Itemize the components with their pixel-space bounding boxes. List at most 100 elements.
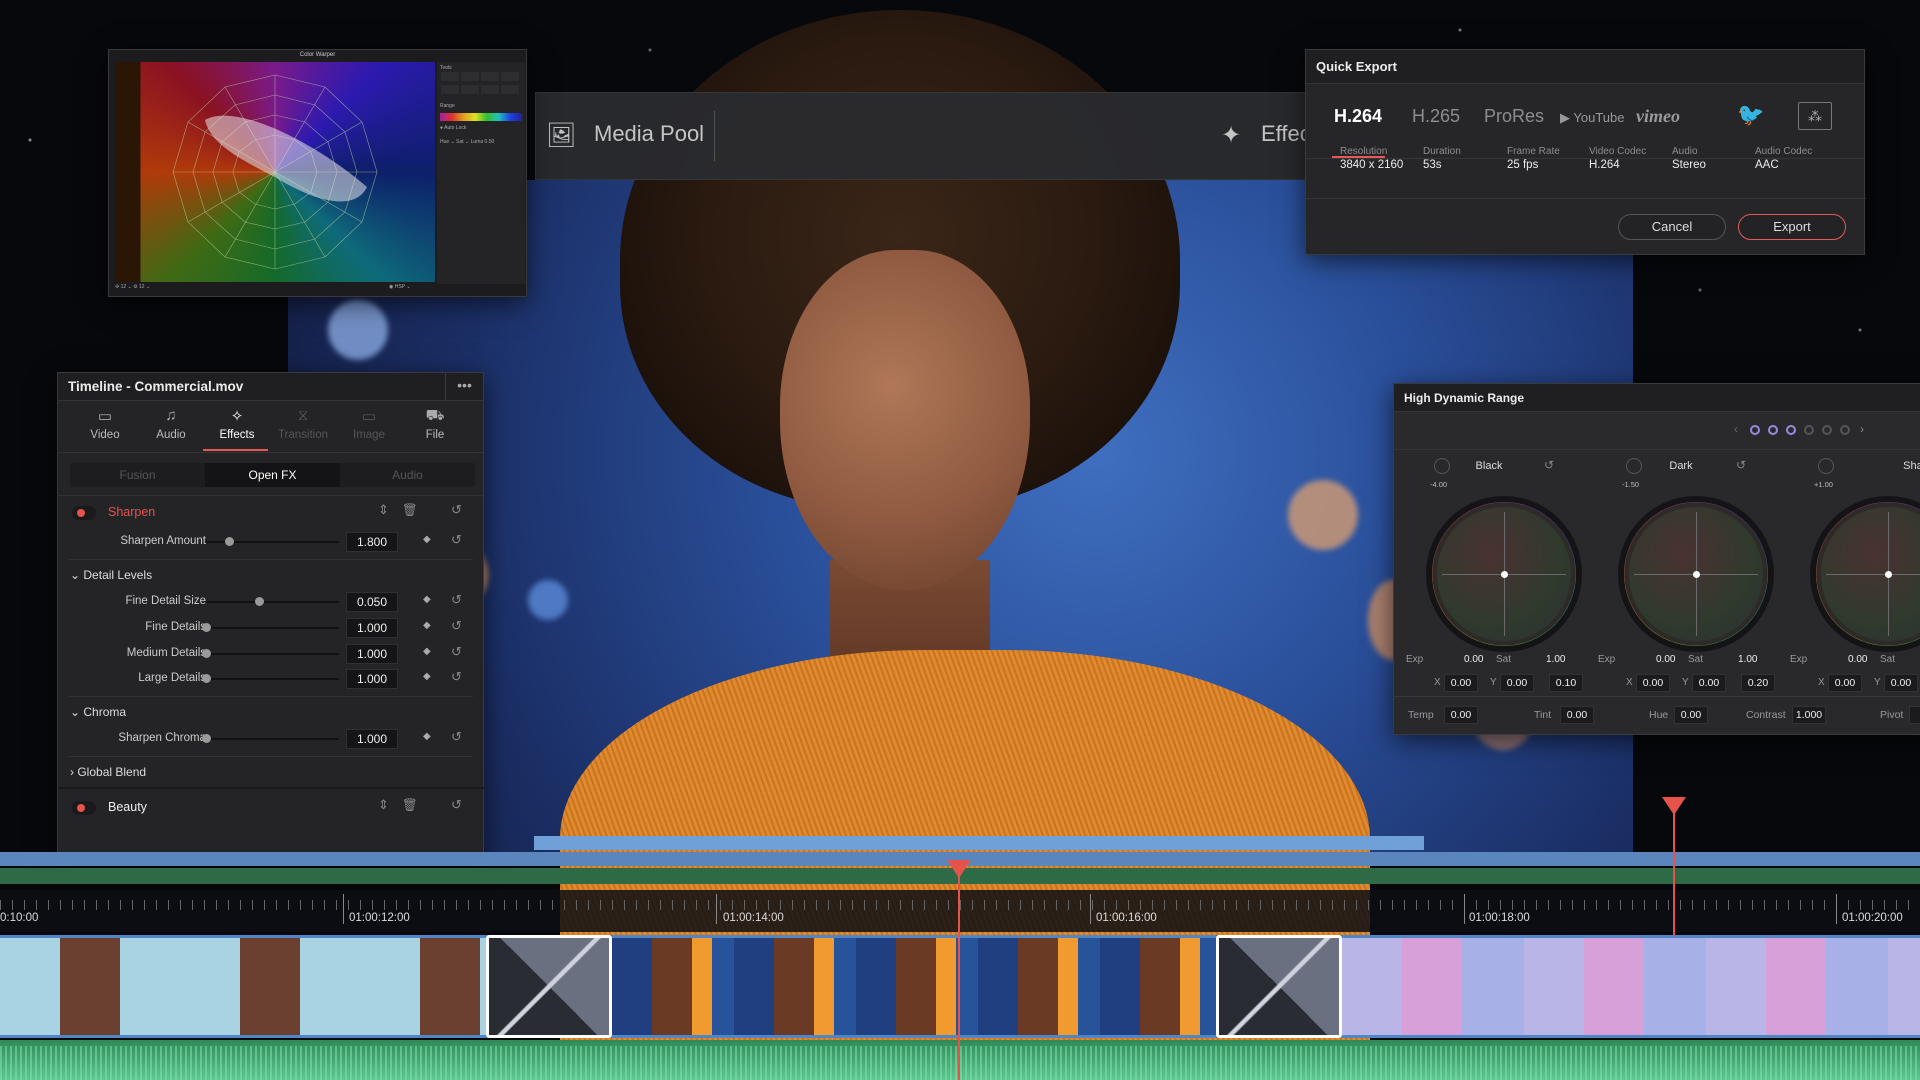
wheel-handle[interactable]	[1501, 571, 1508, 578]
group-detail-levels[interactable]: ⌄ Detail Levels	[70, 568, 152, 582]
slider-handle[interactable]	[202, 623, 211, 632]
chevron-right-icon[interactable]: ›	[1860, 422, 1864, 436]
x-value[interactable]: 0.00	[1636, 674, 1670, 692]
tool-button[interactable]	[481, 85, 499, 94]
tab-youtube[interactable]: ▶ YouTube	[1560, 110, 1624, 126]
video-clip-portrait[interactable]	[612, 935, 1216, 1038]
temp-value[interactable]: 0.00	[1444, 706, 1478, 724]
reset-icon[interactable]: ↺	[451, 669, 462, 685]
exp-value[interactable]: 0.00	[1848, 654, 1867, 665]
sat-value[interactable]: 1.00	[1738, 654, 1757, 665]
page-dot[interactable]	[1768, 425, 1778, 435]
param-value[interactable]: 1.000	[346, 618, 398, 638]
page-dot[interactable]	[1804, 425, 1814, 435]
keyframe-icon[interactable]: ◆	[423, 534, 431, 545]
slider-handle[interactable]	[202, 674, 211, 683]
param-slider[interactable]	[206, 601, 339, 603]
param-slider[interactable]	[206, 653, 339, 655]
keyframe-icon[interactable]: ◆	[423, 594, 431, 605]
exp-value[interactable]: 0.00	[1464, 654, 1483, 665]
pivot-value[interactable]: 0.	[1909, 706, 1920, 724]
grid-a-select[interactable]: 12	[121, 284, 127, 290]
y-value[interactable]: 0.00	[1692, 674, 1726, 692]
param-value[interactable]: 1.000	[346, 669, 398, 689]
reset-icon[interactable]: ↺	[451, 502, 462, 518]
tab-audio[interactable]: ♫ Audio	[138, 407, 204, 441]
group-global-blend[interactable]: › Global Blend	[70, 765, 146, 779]
subtab-fusion[interactable]: Fusion	[70, 463, 205, 487]
reset-icon[interactable]: ↺	[451, 797, 462, 813]
reset-icon[interactable]: ↺	[1736, 458, 1746, 472]
color-warper-grid[interactable]	[115, 62, 435, 282]
color-wheel[interactable]	[1624, 502, 1768, 646]
transition-clip[interactable]	[486, 935, 612, 1038]
tab-h265[interactable]: H.265	[1412, 106, 1460, 127]
group-chroma[interactable]: ⌄ Chroma	[70, 705, 126, 719]
hue-dropdown[interactable]: Hue	[440, 139, 449, 145]
sat-dropdown[interactable]: Sat	[456, 139, 464, 145]
tool-button[interactable]	[461, 85, 479, 94]
contrast-value[interactable]: 1.000	[1792, 706, 1826, 724]
lock-tool-button[interactable]	[481, 72, 499, 81]
reorder-icon[interactable]: ⇕	[378, 502, 389, 518]
y-value[interactable]: 0.00	[1884, 674, 1918, 692]
twitter-bird-icon[interactable]: 🐦	[1737, 102, 1764, 128]
keyframe-icon[interactable]: ◆	[423, 646, 431, 657]
video-clip-laughing[interactable]	[0, 935, 486, 1038]
davinci-resolve-icon[interactable]: ⁂	[1798, 102, 1832, 130]
hue-value[interactable]: 0.00	[1674, 706, 1708, 724]
chevron-left-icon[interactable]: ‹	[1734, 422, 1738, 436]
luma-value[interactable]: 0.50	[485, 139, 495, 145]
grid-b-select[interactable]: 12	[139, 284, 145, 290]
tint-value[interactable]: 0.00	[1560, 706, 1594, 724]
tab-effects[interactable]: ✧ Effects	[204, 407, 270, 441]
media-pool-button[interactable]: Media Pool	[594, 121, 704, 147]
tab-image[interactable]: ▭ Image	[336, 407, 402, 441]
grid-tool-button[interactable]	[501, 72, 519, 81]
playhead-line[interactable]	[958, 870, 960, 1080]
pin-tool-button[interactable]	[461, 72, 479, 81]
wheel-handle[interactable]	[1693, 571, 1700, 578]
page-dot[interactable]	[1822, 425, 1832, 435]
tab-video[interactable]: ▭ Video	[72, 407, 138, 441]
reset-icon[interactable]: ↺	[451, 644, 462, 660]
cancel-button[interactable]: Cancel	[1618, 214, 1726, 240]
param-slider[interactable]	[206, 678, 339, 680]
keyframe-icon[interactable]: ◆	[423, 671, 431, 682]
subtab-audio[interactable]: Audio	[340, 463, 475, 487]
page-dot[interactable]	[1786, 425, 1796, 435]
select-tool-button[interactable]	[441, 72, 459, 81]
exp-value[interactable]: 0.00	[1656, 654, 1675, 665]
trash-icon[interactable]: 🗑	[402, 798, 418, 813]
timeline-ruler[interactable]: 0:10:00 01:00:12:00 01:00:14:00 01:00:16…	[0, 890, 1920, 932]
reset-icon[interactable]: ↺	[451, 592, 462, 608]
param-value[interactable]: 1.000	[346, 729, 398, 749]
range-spectrum[interactable]	[440, 113, 522, 121]
effects-button[interactable]: Effects	[1261, 121, 1311, 147]
more-options-button[interactable]: •••	[445, 373, 483, 401]
slider-handle[interactable]	[254, 597, 264, 606]
color-wheel[interactable]	[1816, 502, 1920, 646]
tab-transition[interactable]: ⧖ Transition	[270, 407, 336, 441]
slider-handle[interactable]	[202, 734, 211, 743]
transition-clip[interactable]	[1216, 935, 1342, 1038]
keyframe-icon[interactable]: ◆	[423, 620, 431, 631]
sharpen-enable-toggle[interactable]	[72, 506, 96, 520]
reset-icon[interactable]: ↺	[451, 618, 462, 634]
tab-file[interactable]: ⛟ File	[402, 407, 468, 441]
tab-prores[interactable]: ProRes	[1484, 106, 1544, 127]
wheel-handle[interactable]	[1885, 571, 1892, 578]
auto-lock-toggle[interactable]: ● Auto Lock	[440, 125, 522, 131]
sat-value[interactable]: 1.00	[1546, 654, 1565, 665]
marker-line[interactable]	[1673, 808, 1675, 936]
param-value[interactable]: 1.800	[346, 532, 398, 552]
param-slider[interactable]	[206, 627, 339, 629]
param-value[interactable]: 0.050	[346, 592, 398, 612]
reorder-icon[interactable]: ⇕	[378, 797, 389, 813]
falloff-value[interactable]: 0.10	[1549, 674, 1583, 692]
subtab-open-fx[interactable]: Open FX	[205, 463, 340, 487]
reset-icon[interactable]: ↺	[1544, 458, 1554, 472]
slider-handle[interactable]	[202, 649, 211, 658]
page-dot[interactable]	[1840, 425, 1850, 435]
clip-bar[interactable]	[534, 836, 1424, 850]
